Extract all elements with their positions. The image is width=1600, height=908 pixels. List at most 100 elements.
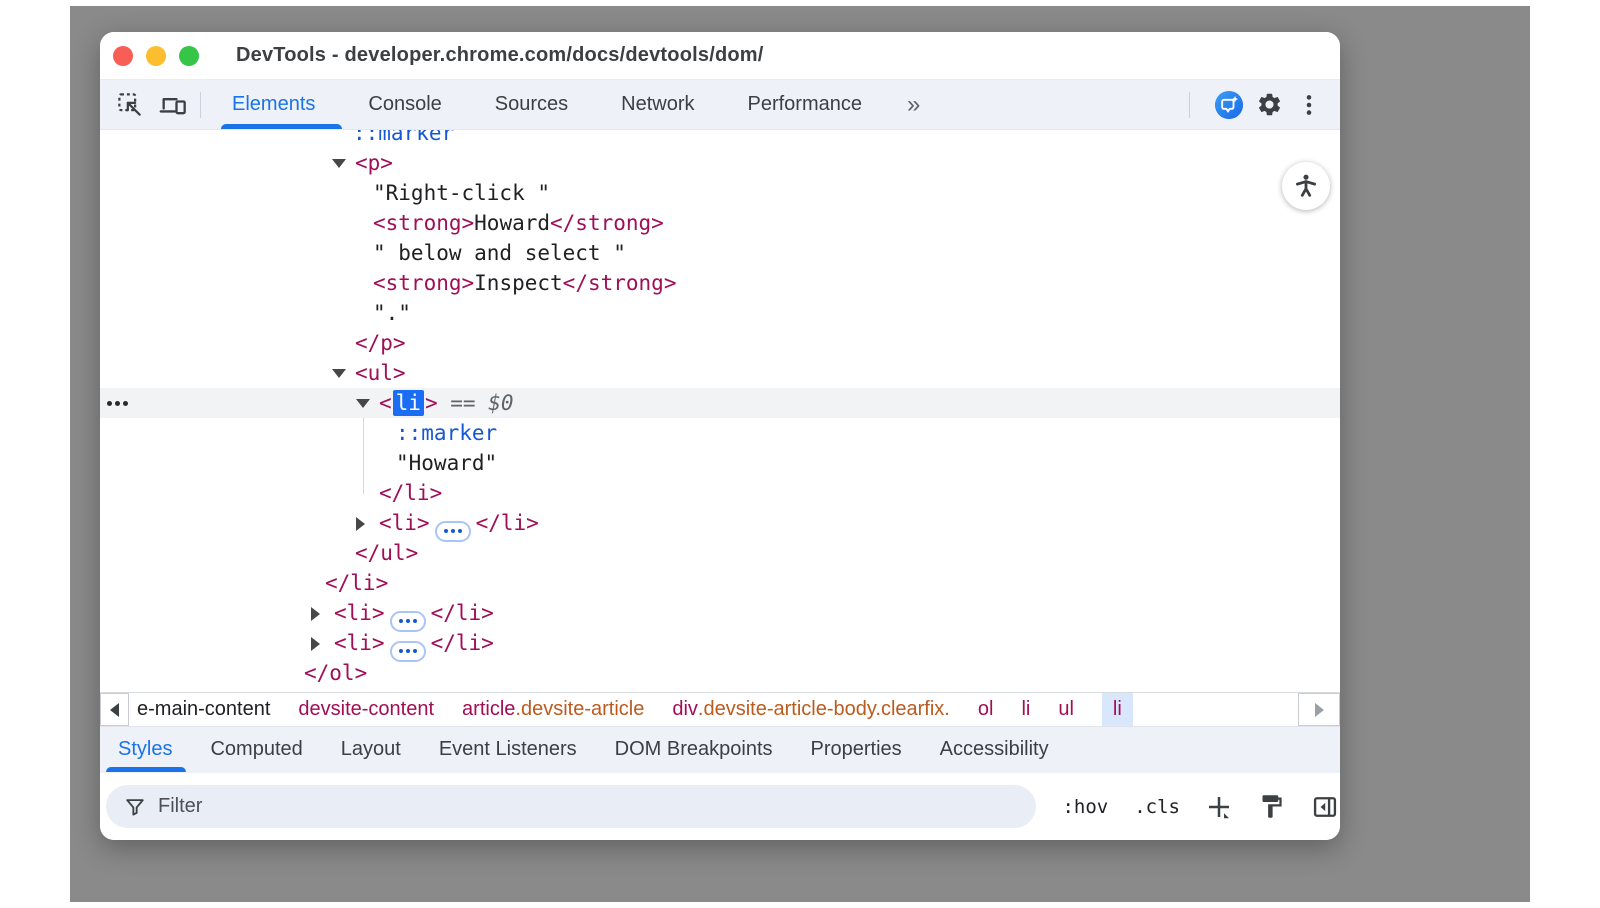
breadcrumb: e-main-content devsite-content article.dev…: [100, 692, 1340, 726]
active-tab-underline: [221, 124, 342, 129]
tab-elements[interactable]: Elements: [232, 80, 315, 129]
tree-row[interactable]: ::marker: [100, 130, 1340, 148]
code-segment: </li>: [476, 511, 539, 535]
sidebar-tab-properties[interactable]: Properties: [811, 727, 902, 772]
code-segment: <: [379, 391, 392, 415]
breadcrumb-item[interactable]: div.devsite-article-body.clearfix.: [672, 693, 950, 727]
tab-network[interactable]: Network: [621, 80, 694, 129]
ai-assistant-icon[interactable]: [1214, 90, 1244, 120]
sidebar-tab-layout[interactable]: Layout: [341, 727, 401, 772]
crumb-tag: li: [1021, 698, 1030, 721]
toggle-sidebar-panel-icon[interactable]: [1309, 791, 1340, 823]
tree-row[interactable]: <strong>Howard</strong>: [100, 208, 1340, 238]
tree-row[interactable]: <strong>Inspect</strong>: [100, 268, 1340, 298]
tree-row[interactable]: ".": [100, 298, 1340, 328]
sidebar-tab-accessibility[interactable]: Accessibility: [940, 727, 1049, 772]
toolbar-divider-right: [1189, 92, 1190, 118]
tab-label: Elements: [232, 93, 315, 116]
selected-tag-name: li: [393, 390, 424, 416]
breadcrumb-item[interactable]: ol: [978, 693, 994, 727]
tree-row[interactable]: <ul>: [100, 358, 1340, 388]
tab-performance[interactable]: Performance: [748, 80, 863, 129]
breadcrumb-item[interactable]: e-main-content: [137, 693, 270, 727]
window-title: DevTools - developer.chrome.com/docs/dev…: [236, 44, 764, 67]
disclosure-arrow-icon[interactable]: [332, 159, 346, 168]
new-style-rule-button[interactable]: [1204, 792, 1234, 822]
code-segment: </ol>: [304, 661, 367, 685]
more-panels-chevron[interactable]: »: [907, 91, 920, 119]
toolbar-right: [1189, 90, 1324, 120]
tree-row[interactable]: </li>: [100, 568, 1340, 598]
sidebar-tab-label: Computed: [210, 738, 302, 761]
tab-label: Sources: [495, 93, 568, 116]
code-segment: </li>: [431, 631, 494, 655]
breadcrumb-scroll-left-button[interactable]: [100, 693, 129, 726]
disclosure-arrow-icon[interactable]: [356, 517, 365, 531]
minimize-window-button[interactable]: [146, 46, 166, 66]
chevron-right-icon: [1315, 703, 1324, 717]
tree-row[interactable]: <li></li>: [100, 628, 1340, 658]
code-segment: ::marker: [396, 421, 497, 445]
disclosure-arrow-icon[interactable]: [311, 607, 320, 621]
crumb-classes: .devsite-article-body.clearfix.: [698, 698, 950, 721]
overflow-dots-icon[interactable]: [107, 388, 128, 418]
element-classes-button[interactable]: .cls: [1134, 796, 1180, 818]
tab-label: Performance: [748, 93, 863, 116]
sidebar-tab-event-listeners[interactable]: Event Listeners: [439, 727, 577, 772]
sidebar-tab-computed[interactable]: Computed: [210, 727, 302, 772]
styles-sidebar-tabs: Styles Computed Layout Event Listeners DOM B…: [100, 726, 1340, 772]
rendering-brush-icon[interactable]: [1256, 791, 1287, 823]
zoom-window-button[interactable]: [179, 46, 199, 66]
breadcrumb-item[interactable]: li: [1021, 693, 1030, 727]
breadcrumb-item[interactable]: li: [1102, 693, 1133, 727]
tab-console[interactable]: Console: [368, 80, 441, 129]
sidebar-tab-styles[interactable]: Styles: [118, 727, 172, 772]
filter-input-container[interactable]: [106, 785, 1036, 828]
crumb-tag: div: [672, 698, 698, 721]
tab-sources[interactable]: Sources: [495, 80, 568, 129]
more-menu-kebab-icon[interactable]: [1294, 90, 1324, 120]
code-segment: " below and select ": [373, 241, 626, 265]
devtools-window: DevTools - developer.chrome.com/docs/dev…: [100, 32, 1340, 840]
inspect-element-icon[interactable]: [114, 90, 144, 120]
close-window-button[interactable]: [113, 46, 133, 66]
disclosure-arrow-icon[interactable]: [356, 399, 370, 408]
tree-row[interactable]: </ul>: [100, 538, 1340, 568]
filter-funnel-icon: [124, 796, 146, 818]
toggle-element-state-button[interactable]: :hov: [1062, 796, 1108, 818]
settings-gear-icon[interactable]: [1254, 90, 1284, 120]
breadcrumb-items: e-main-content devsite-content article.dev…: [129, 693, 1133, 726]
code-segment: ::marker: [353, 130, 454, 145]
breadcrumb-scroll-right-button[interactable]: [1298, 693, 1340, 726]
tree-row[interactable]: ::marker: [100, 418, 1340, 448]
tree-row[interactable]: </li>: [100, 478, 1340, 508]
tree-row[interactable]: <p>: [100, 148, 1340, 178]
filter-input[interactable]: [158, 795, 998, 818]
tab-label: Network: [621, 93, 694, 116]
disclosure-arrow-icon[interactable]: [311, 637, 320, 651]
tree-row[interactable]: "Right-click ": [100, 178, 1340, 208]
tree-row[interactable]: </ol>: [100, 658, 1340, 688]
crumb-tag: devsite-content: [298, 698, 434, 721]
crumb-tag: ol: [978, 698, 994, 721]
code-segment: >: [425, 391, 438, 415]
tree-row[interactable]: <li> == $0: [100, 388, 1340, 418]
tree-row[interactable]: " below and select ": [100, 238, 1340, 268]
code-segment: </ul>: [355, 541, 418, 565]
tree-row[interactable]: <li></li>: [100, 598, 1340, 628]
breadcrumb-item[interactable]: devsite-content: [298, 693, 434, 727]
tree-row[interactable]: "Howard": [100, 448, 1340, 478]
disclosure-arrow-icon[interactable]: [332, 369, 346, 378]
tree-row[interactable]: <li></li>: [100, 508, 1340, 538]
code-segment: <p>: [355, 151, 393, 175]
device-toolbar-icon[interactable]: [158, 90, 188, 120]
breadcrumb-item[interactable]: article.devsite-article: [462, 693, 644, 727]
code-segment: $0: [488, 391, 513, 415]
toolbar-divider: [200, 92, 201, 118]
main-toolbar: Elements Console Sources Network Performance…: [100, 80, 1340, 130]
sidebar-tab-dom-breakpoints[interactable]: DOM Breakpoints: [615, 727, 773, 772]
sidebar-tab-label: Event Listeners: [439, 738, 577, 761]
title-bar: DevTools - developer.chrome.com/docs/dev…: [100, 32, 1340, 80]
breadcrumb-item[interactable]: ul: [1058, 693, 1074, 727]
tree-row[interactable]: </p>: [100, 328, 1340, 358]
